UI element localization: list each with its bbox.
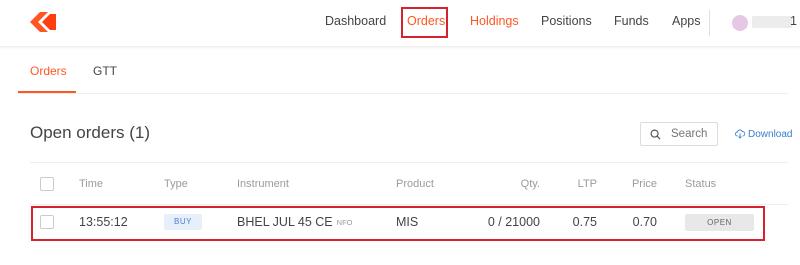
table-header: Time Type Instrument Product Qty. LTP Pr… — [30, 162, 788, 205]
orders-highlight-box — [401, 7, 448, 38]
header-ltp[interactable]: LTP — [578, 178, 597, 190]
header-product[interactable]: Product — [396, 178, 434, 190]
download-label: Download — [748, 129, 793, 140]
header-status[interactable]: Status — [685, 178, 716, 190]
select-all-checkbox[interactable] — [40, 177, 54, 191]
header-price[interactable]: Price — [632, 178, 657, 190]
nav-funds[interactable]: Funds — [614, 14, 649, 28]
nav-dashboard[interactable]: Dashboard — [325, 14, 386, 28]
username-redacted[interactable] — [752, 16, 792, 28]
nav-divider — [709, 10, 710, 36]
cloud-download-icon — [735, 129, 745, 139]
header-qty[interactable]: Qty. — [521, 178, 540, 190]
user-id-suffix[interactable]: 1 — [790, 14, 797, 28]
active-tab-indicator — [18, 91, 76, 93]
header-type[interactable]: Type — [164, 178, 188, 190]
kite-logo-icon[interactable] — [30, 12, 56, 32]
nav-holdings[interactable]: Holdings — [470, 14, 519, 28]
order-row-highlight-box — [31, 206, 765, 241]
page-title: Open orders (1) — [30, 123, 150, 142]
search-icon — [650, 129, 661, 140]
search-box[interactable] — [640, 122, 718, 146]
nav-apps[interactable]: Apps — [672, 14, 701, 28]
tab-gtt[interactable]: GTT — [93, 64, 117, 78]
tab-orders[interactable]: Orders — [30, 64, 67, 78]
nav-positions[interactable]: Positions — [541, 14, 592, 28]
header-instrument[interactable]: Instrument — [237, 178, 289, 190]
header-time[interactable]: Time — [79, 178, 103, 190]
search-input[interactable] — [671, 128, 715, 140]
top-navbar: Dashboard Orders Holdings Positions Fund… — [0, 0, 800, 46]
avatar[interactable] — [732, 15, 748, 31]
order-tabs: Orders GTT — [18, 46, 788, 94]
